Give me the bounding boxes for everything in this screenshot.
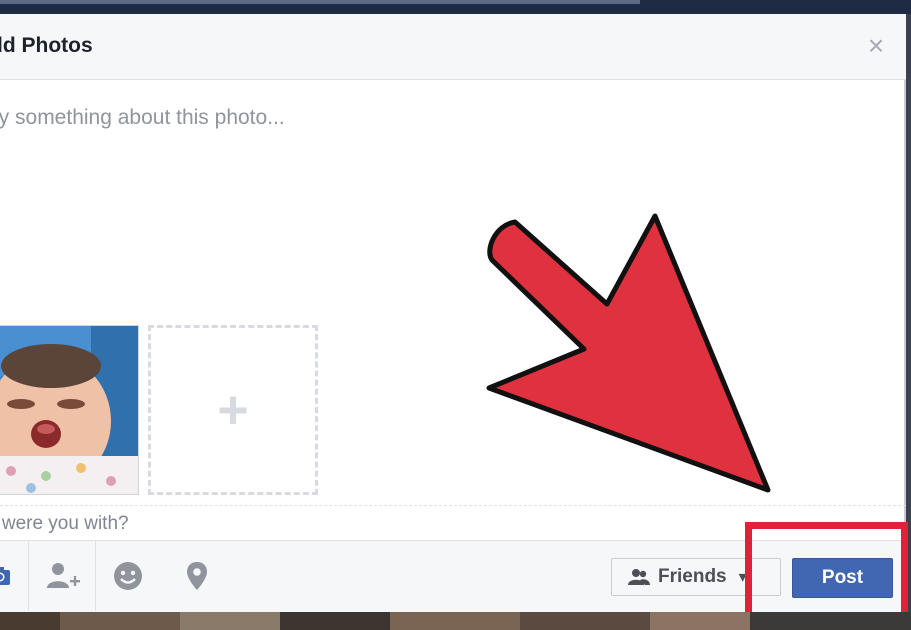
tag-people-prompt[interactable]: o were you with? bbox=[0, 513, 129, 535]
baby-photo bbox=[0, 326, 138, 494]
screenshot-stage: dd Photos × ay something about this phot… bbox=[0, 0, 911, 630]
friends-icon bbox=[628, 569, 650, 585]
camera-icon[interactable] bbox=[0, 541, 30, 611]
chevron-down-icon: ▾ bbox=[738, 569, 747, 586]
background-top bbox=[0, 0, 911, 14]
dialog-title: dd Photos bbox=[0, 34, 93, 57]
add-photos-dialog: dd Photos × ay something about this phot… bbox=[0, 14, 906, 614]
close-icon[interactable]: × bbox=[864, 32, 888, 60]
audience-label: Friends bbox=[658, 566, 727, 587]
status-composer-input[interactable] bbox=[0, 106, 687, 130]
audience-selector[interactable]: Friends ▾ bbox=[611, 558, 781, 596]
tag-friends-icon[interactable] bbox=[33, 541, 93, 611]
footer-separator bbox=[28, 541, 29, 611]
location-icon[interactable] bbox=[167, 541, 227, 611]
dialog-header: dd Photos × bbox=[0, 14, 906, 80]
dialog-footer: Friends ▾ Post bbox=[0, 540, 906, 614]
feeling-icon[interactable] bbox=[98, 541, 158, 611]
divider bbox=[0, 505, 906, 506]
footer-separator bbox=[95, 541, 96, 611]
photo-thumbnail bbox=[0, 325, 139, 495]
background-photos bbox=[0, 612, 911, 630]
add-photo-tile[interactable]: + bbox=[148, 325, 318, 495]
plus-icon: + bbox=[217, 380, 249, 440]
post-button[interactable]: Post bbox=[792, 558, 893, 598]
